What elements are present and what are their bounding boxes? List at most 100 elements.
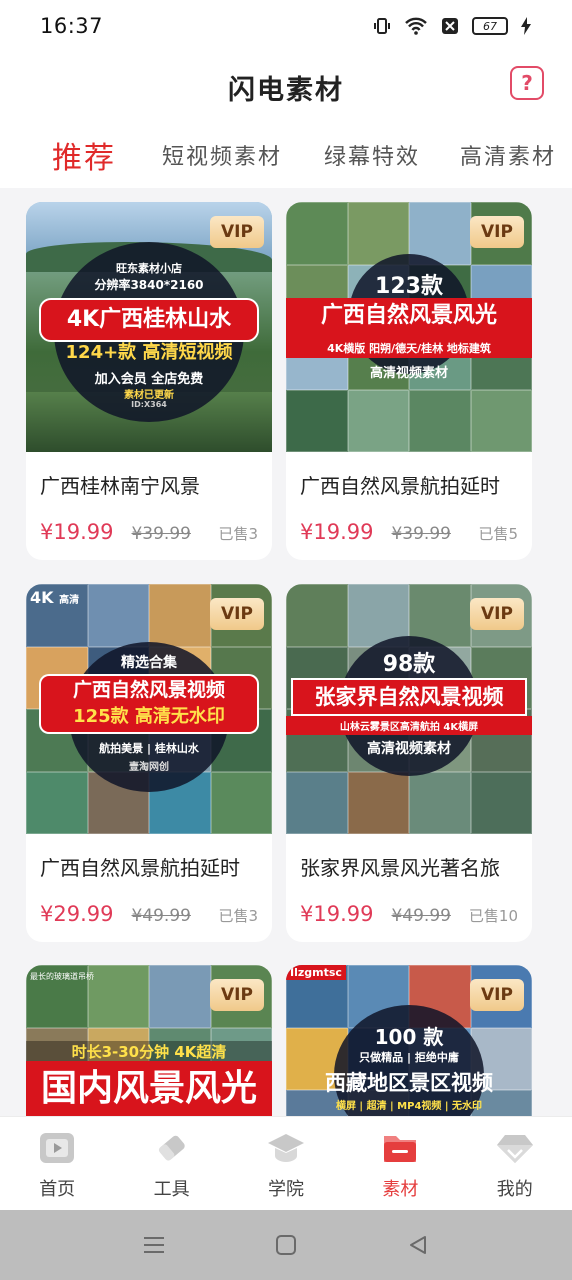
thumb-subheadline: 山林云雾景区高清航拍 4K横屏	[286, 716, 532, 735]
thumb-id: ID:X364	[131, 400, 167, 409]
play-home-icon	[36, 1129, 78, 1167]
corner-4k: 4K	[30, 588, 54, 607]
nav-label: 素材	[382, 1179, 419, 1200]
app-header: 闪电素材 ?	[0, 52, 572, 122]
nav-label: 工具	[153, 1179, 190, 1200]
battery-level: 67	[483, 19, 497, 33]
nav-tools[interactable]: 工具	[114, 1117, 228, 1210]
menu-icon[interactable]	[143, 1235, 165, 1255]
brand-tag: Ilzgmtsc	[286, 965, 346, 980]
vip-badge: VIP	[470, 216, 524, 248]
product-card[interactable]: 4K 高清 精选合集 广西自然风景视频 125款 高清无水印 航拍美景 | 桂林…	[26, 584, 272, 942]
resolution-corner: 4K 高清	[30, 588, 79, 607]
thumb-headline: 西藏地区景区视频	[325, 1071, 493, 1095]
back-icon[interactable]	[407, 1234, 429, 1256]
thumb-headline: 4K广西桂林山水	[39, 298, 259, 342]
product-card[interactable]: 98款 张家界自然风景视频 山林云雾景区高清航拍 4K横屏 高清视频素材 VIP…	[286, 584, 532, 942]
thumb-count: 123款	[375, 274, 443, 299]
status-bar: 16:37 67	[0, 0, 572, 52]
product-name: 广西桂林南宁风景	[40, 474, 200, 498]
nav-home[interactable]: 首页	[0, 1117, 114, 1210]
thumb-count: 100 款	[374, 1025, 444, 1049]
thumb-headline: 广西自然风景风光	[286, 298, 532, 338]
graduation-cap-icon	[265, 1129, 307, 1167]
thumb-headline: 广西自然风景视频	[39, 674, 259, 706]
home-icon[interactable]	[275, 1234, 297, 1256]
product-name: 广西自然风景航拍延时	[300, 474, 500, 498]
sale-price: ¥19.99	[300, 520, 374, 544]
thumb-subheadline: 横屏 | 超清 | MP4视频 | 无水印	[335, 1101, 483, 1112]
price-row: ¥19.99 ¥49.99 已售10	[286, 886, 532, 942]
vip-badge: VIP	[210, 598, 264, 630]
charging-icon	[521, 17, 531, 35]
product-thumbnail[interactable]: 最长的玻璃道吊桥 时长3-30分钟 4K超清 国内风景风光 VIP	[26, 965, 272, 1116]
thumb-footer: 高清视频素材	[367, 741, 451, 757]
vip-badge: VIP	[210, 979, 264, 1011]
original-price: ¥49.99	[391, 906, 451, 926]
product-feed[interactable]: 旺东素材小店 分辨率3840*2160 4K广西桂林山水 124+款 高清短视频…	[0, 188, 572, 1116]
product-thumbnail[interactable]: Ilzgmtsc 100 款 只做精品 | 拒绝中庸 西藏地区景区视频 横屏 |…	[286, 965, 532, 1116]
thumb-tag: 最长的玻璃道吊桥	[30, 972, 94, 981]
diamond-icon	[494, 1129, 536, 1167]
original-price: ¥39.99	[391, 524, 451, 544]
wifi-icon	[405, 17, 427, 35]
battery-icon: 67	[472, 17, 508, 35]
vibrate-icon	[374, 18, 390, 34]
sold-count: 已售10	[468, 907, 518, 925]
product-name: 广西自然风景航拍延时	[40, 856, 240, 880]
original-price: ¥49.99	[131, 906, 191, 926]
sale-price: ¥29.99	[40, 902, 114, 926]
product-card[interactable]: 最长的玻璃道吊桥 时长3-30分钟 4K超清 国内风景风光 VIP	[26, 965, 272, 1116]
sold-count: 已售3	[218, 525, 258, 543]
corner-hd: 高清	[59, 595, 80, 606]
thumb-footer: 加入会员 全店免费	[94, 372, 204, 387]
nav-label: 首页	[39, 1179, 76, 1200]
thumb-subheadline: 125款 高清无水印	[39, 704, 259, 734]
thumb-count: 98款	[382, 652, 436, 677]
category-tabs: 推荐 短视频素材 绿幕特效 高清素材	[0, 122, 572, 188]
page-title: 闪电素材	[228, 74, 344, 106]
thumb-tag: 壹淘网创	[129, 762, 169, 773]
status-icons: 67	[372, 16, 532, 36]
vip-badge: VIP	[470, 979, 524, 1011]
product-name: 张家界风景风光著名旅	[300, 856, 500, 880]
tab-short-video[interactable]: 短视频素材	[162, 139, 282, 171]
original-price: ¥39.99	[131, 524, 191, 544]
shop-name: 旺东素材小店	[116, 262, 182, 275]
product-thumbnail[interactable]: 旺东素材小店 分辨率3840*2160 4K广西桂林山水 124+款 高清短视频…	[26, 202, 272, 452]
sold-count: 已售5	[478, 525, 518, 543]
tab-green-screen[interactable]: 绿幕特效	[324, 139, 420, 171]
thumb-update: 素材已更新	[124, 390, 174, 401]
thumb-top-label: 时长3-30分钟 4K超清	[26, 1041, 272, 1062]
product-card[interactable]: Ilzgmtsc 100 款 只做精品 | 拒绝中庸 西藏地区景区视频 横屏 |…	[286, 965, 532, 1116]
status-time: 16:37	[40, 14, 104, 38]
eraser-tool-icon	[151, 1129, 193, 1167]
thumb-headline: 国内风景风光	[26, 1061, 272, 1116]
product-card[interactable]: 123款 广西自然风景风光 4K横版 阳朔/德天/桂林 地标建筑 高清视频素材 …	[286, 202, 532, 560]
product-card[interactable]: 旺东素材小店 分辨率3840*2160 4K广西桂林山水 124+款 高清短视频…	[26, 202, 272, 560]
thumb-top-label: 精选合集	[121, 655, 177, 671]
tab-hd[interactable]: 高清素材	[460, 139, 556, 171]
bottom-nav: 首页 工具 学院 素材 我的	[0, 1116, 572, 1210]
price-row: ¥29.99 ¥49.99 已售3	[26, 886, 272, 942]
help-button[interactable]: ?	[510, 66, 544, 100]
nav-me[interactable]: 我的	[458, 1117, 572, 1210]
resolution: 分辨率3840*2160	[94, 278, 204, 292]
product-thumbnail[interactable]: 123款 广西自然风景风光 4K横版 阳朔/德天/桂林 地标建筑 高清视频素材 …	[286, 202, 532, 452]
product-thumbnail[interactable]: 4K 高清 精选合集 广西自然风景视频 125款 高清无水印 航拍美景 | 桂林…	[26, 584, 272, 834]
nav-materials[interactable]: 素材	[343, 1117, 457, 1210]
sold-count: 已售3	[218, 907, 258, 925]
thumb-headline: 张家界自然风景视频	[291, 678, 527, 716]
thumb-footer: 高清视频素材	[369, 366, 448, 381]
price-row: ¥19.99 ¥39.99 已售5	[286, 504, 532, 560]
tab-recommended[interactable]: 推荐	[52, 133, 116, 177]
nav-academy[interactable]: 学院	[229, 1117, 343, 1210]
price-row: ¥19.99 ¥39.99 已售3	[26, 504, 272, 560]
nav-label: 学院	[267, 1179, 304, 1200]
thumb-subheadline: 124+款 高清短视频	[65, 342, 233, 363]
system-nav-bar	[0, 1210, 572, 1280]
no-sim-icon	[442, 18, 458, 34]
thumb-top-label: 只做精品 | 拒绝中庸	[359, 1051, 459, 1064]
product-thumbnail[interactable]: 98款 张家界自然风景视频 山林云雾景区高清航拍 4K横屏 高清视频素材 VIP	[286, 584, 532, 834]
nav-label: 我的	[496, 1179, 533, 1200]
